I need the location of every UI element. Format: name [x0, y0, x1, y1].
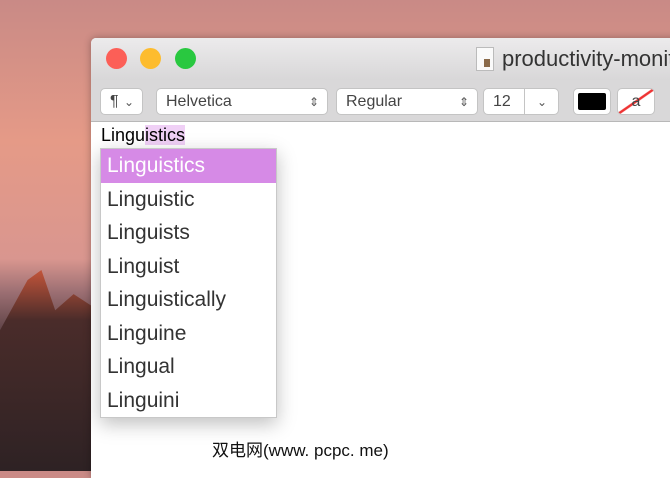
font-family-value: Helvetica: [166, 92, 232, 110]
highlight-color-button[interactable]: a: [617, 88, 655, 115]
autocomplete-item[interactable]: Lingual: [101, 350, 276, 384]
document-body[interactable]: Linguistics Linguistics Linguistic Lingu…: [91, 122, 670, 478]
no-highlight-icon: a: [631, 92, 641, 110]
chevron-down-icon: ⌄: [536, 94, 547, 109]
font-style-value: Regular: [346, 92, 403, 110]
updown-icon: ⇕: [458, 94, 469, 109]
close-button[interactable]: [106, 48, 127, 69]
window-title: productivity-monit: [476, 46, 670, 72]
format-toolbar: ¶ ⌄ Helvetica ⇕ Regular ⇕ 12 ⌄ a: [91, 80, 670, 122]
autocomplete-item[interactable]: Linguine: [101, 317, 276, 351]
document-icon: [476, 47, 494, 71]
autocomplete-item[interactable]: Linguists: [101, 216, 276, 250]
autocomplete-menu: Linguistics Linguistic Linguists Linguis…: [100, 148, 277, 418]
color-swatch: [578, 93, 606, 110]
autocomplete-item[interactable]: Linguist: [101, 250, 276, 284]
desktop-wallpaper: [0, 270, 92, 471]
minimize-button[interactable]: [140, 48, 161, 69]
textedit-window: productivity-monit ¶ ⌄ Helvetica ⇕ Regular…: [91, 38, 670, 478]
text-color-button[interactable]: [573, 88, 611, 115]
watermark: 双电网(www. pcpc. me): [212, 441, 389, 460]
title-bar: productivity-monit: [91, 38, 670, 80]
font-family-select[interactable]: Helvetica ⇕: [156, 88, 328, 115]
font-size-input[interactable]: 12: [483, 88, 525, 115]
updown-icon: ⇕: [308, 94, 319, 109]
autocomplete-item[interactable]: Linguistically: [101, 283, 276, 317]
autocomplete-item[interactable]: Linguistics: [101, 149, 276, 183]
typed-word: Linguistics: [101, 125, 186, 146]
zoom-button[interactable]: [175, 48, 196, 69]
font-size-dropdown[interactable]: ⌄: [524, 88, 559, 115]
paragraph-style-button[interactable]: ¶ ⌄: [100, 88, 143, 115]
title-text: productivity-monit: [502, 46, 670, 71]
font-size-value: 12: [493, 92, 511, 110]
chevron-down-icon: ⌄: [123, 94, 134, 109]
font-style-select[interactable]: Regular ⇕: [336, 88, 478, 115]
completion-preview: istics: [145, 125, 186, 145]
autocomplete-item[interactable]: Linguistic: [101, 183, 276, 217]
paragraph-icon: ¶: [110, 92, 119, 110]
autocomplete-item[interactable]: Linguini: [101, 384, 276, 418]
typed-prefix: Lingu: [101, 125, 146, 145]
